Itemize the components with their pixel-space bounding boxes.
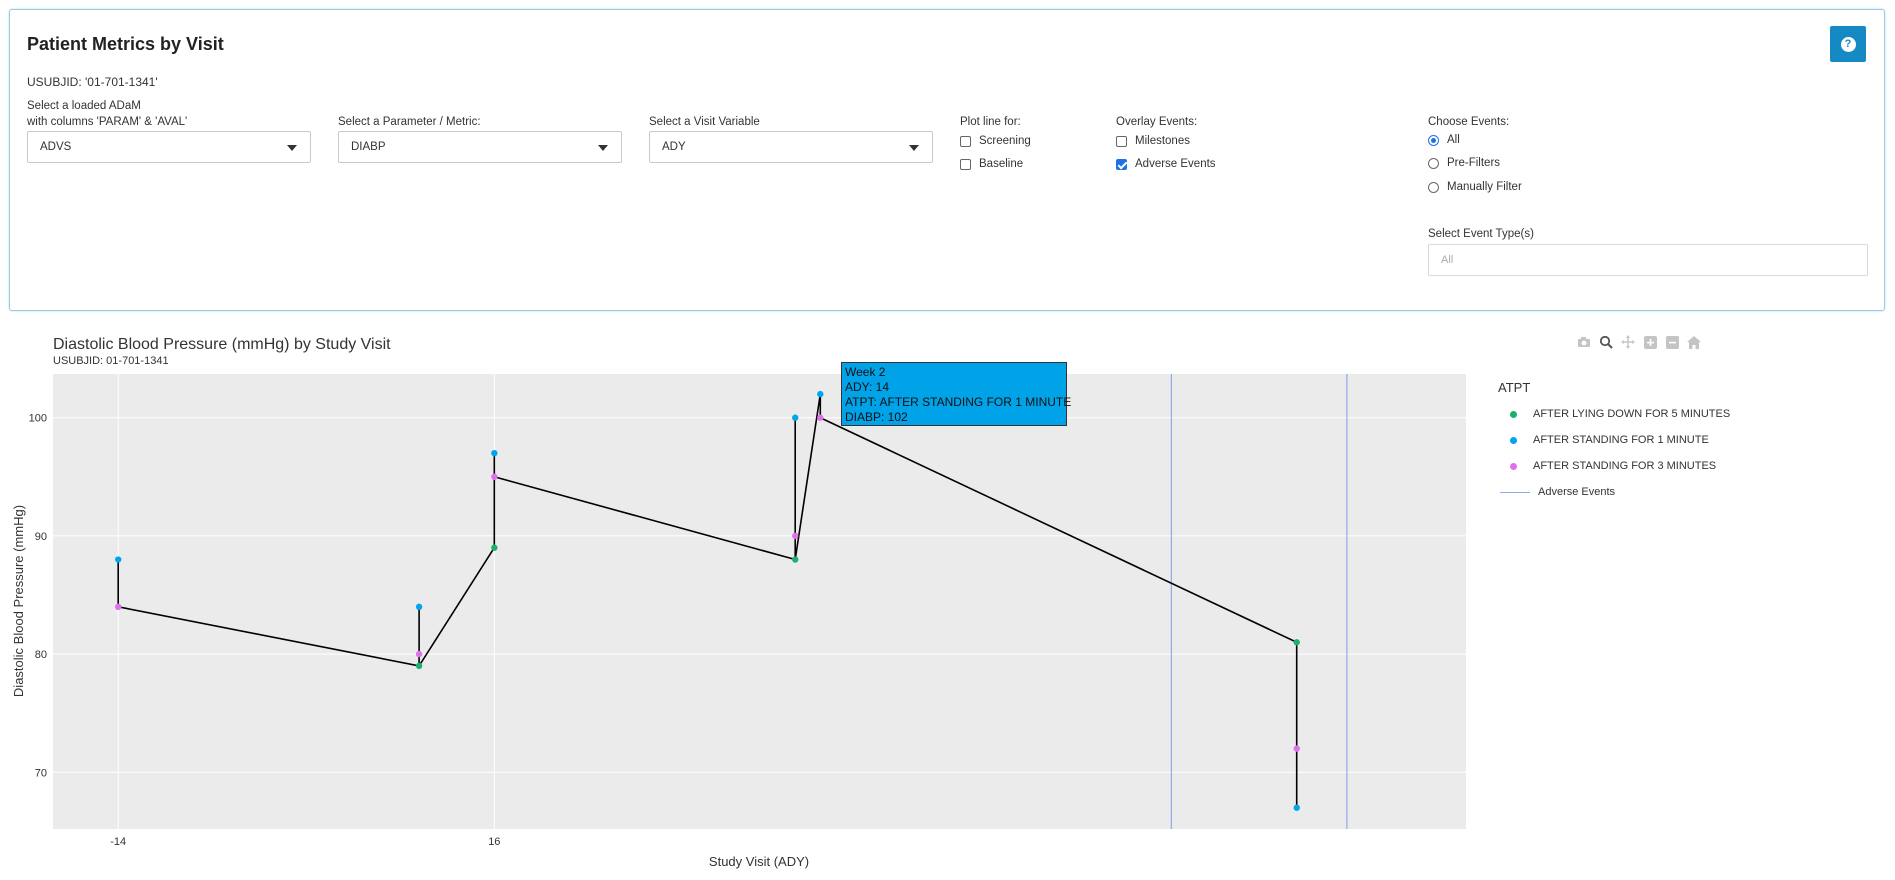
data-point xyxy=(491,473,498,481)
legend-title: ATPT xyxy=(1498,380,1531,395)
y-tick-label: 80 xyxy=(35,649,47,661)
y-tick-label: 100 xyxy=(29,413,47,425)
hover-tooltip: Week 2 ADY: 14 ATPT: AFTER STANDING FOR … xyxy=(841,362,1072,426)
legend-item[interactable]: Adverse Events xyxy=(1498,479,1730,505)
plot-background xyxy=(53,374,1466,829)
data-point xyxy=(415,662,423,670)
y-axis-title: Diastolic Blood Pressure (mmHg) xyxy=(11,505,26,697)
data-point xyxy=(1293,639,1300,646)
data-point xyxy=(114,603,122,611)
legend-item[interactable]: AFTER STANDING FOR 1 MINUTE xyxy=(1498,427,1730,453)
data-point xyxy=(817,390,824,398)
tooltip-line: ADY: 14 xyxy=(845,380,890,394)
data-point xyxy=(817,414,824,421)
data-point xyxy=(1293,745,1300,752)
data-point xyxy=(1293,804,1300,811)
y-tick-label: 90 xyxy=(35,531,47,543)
data-point xyxy=(792,414,799,421)
legend-marker xyxy=(1510,410,1517,418)
data-point xyxy=(792,532,799,540)
legend-items: AFTER LYING DOWN FOR 5 MINUTES AFTER STAN… xyxy=(1498,401,1730,505)
legend-label: AFTER LYING DOWN FOR 5 MINUTES xyxy=(1533,408,1731,420)
data-point xyxy=(415,650,423,658)
y-tick-label: 70 xyxy=(35,767,47,779)
legend-item[interactable]: AFTER LYING DOWN FOR 5 MINUTES xyxy=(1498,401,1730,427)
data-point xyxy=(491,544,498,551)
legend-marker xyxy=(1500,491,1530,493)
x-axis-title: Study Visit (ADY) xyxy=(709,854,809,869)
legend-marker xyxy=(1510,462,1517,470)
x-tick-label: 16 xyxy=(488,836,500,848)
legend-label: AFTER STANDING FOR 3 MINUTES xyxy=(1533,460,1717,472)
data-point xyxy=(415,603,423,611)
data-point xyxy=(792,556,799,563)
legend-marker xyxy=(1510,436,1517,444)
legend-label: Adverse Events xyxy=(1538,486,1616,498)
legend-item[interactable]: AFTER STANDING FOR 3 MINUTES xyxy=(1498,453,1730,479)
data-point xyxy=(114,556,122,563)
x-tick-label: -14 xyxy=(110,836,126,848)
tooltip-line: Week 2 xyxy=(845,365,886,379)
data-point xyxy=(491,449,498,457)
legend-label: AFTER STANDING FOR 1 MINUTE xyxy=(1533,434,1709,446)
legend: ATPT AFTER LYING DOWN FOR 5 MINUTES AFTER… xyxy=(1498,380,1730,505)
tooltip-line: DIABP: 102 xyxy=(845,410,908,424)
tooltip-line: ATPT: AFTER STANDING FOR 1 MINUTE xyxy=(845,395,1072,409)
